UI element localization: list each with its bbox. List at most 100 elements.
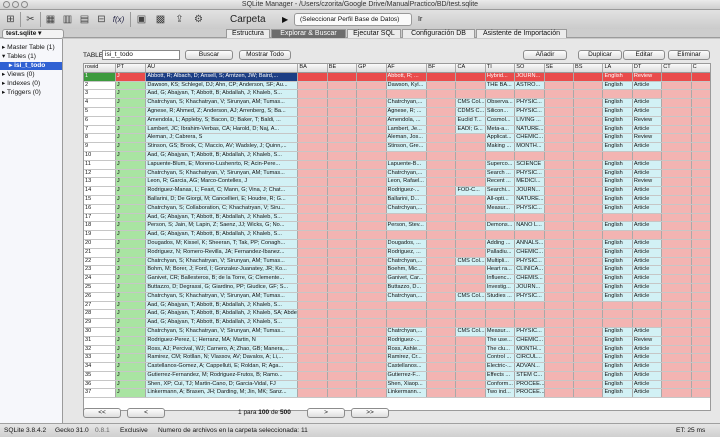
table-cell[interactable] <box>573 107 604 117</box>
table-cell[interactable] <box>573 274 604 284</box>
table-cell[interactable] <box>297 177 328 188</box>
table-cell[interactable] <box>573 133 604 144</box>
table-cell[interactable]: Gutierrez-F... <box>386 371 428 381</box>
table-cell[interactable] <box>691 380 710 390</box>
table-cell[interactable]: CHEMIC... <box>514 248 545 258</box>
table-cell[interactable] <box>297 309 328 320</box>
table-cell[interactable]: English <box>602 133 633 144</box>
table-cell[interactable] <box>514 230 545 240</box>
delete-button[interactable]: Eliminar <box>668 50 710 60</box>
table-row[interactable]: 30 J Chatrchyan, S; Khachatryan, V; Siruny… <box>84 327 710 337</box>
table-cell[interactable] <box>691 265 710 276</box>
table-cell[interactable]: 1 <box>84 72 116 82</box>
table-cell[interactable] <box>297 142 328 152</box>
table-cell[interactable]: 23 <box>84 265 116 276</box>
table-cell[interactable] <box>455 371 486 381</box>
table-cell[interactable] <box>327 336 358 346</box>
table-cell[interactable]: Review <box>632 177 663 188</box>
table-cell[interactable] <box>691 292 710 302</box>
table-cell[interactable]: Review <box>632 133 663 144</box>
table-cell[interactable]: English <box>602 274 633 284</box>
table-cell[interactable] <box>573 239 604 249</box>
table-cell[interactable] <box>356 362 387 372</box>
table-cell[interactable]: English <box>602 283 633 293</box>
table-cell[interactable]: Abbott, R; Albach, D; Ansell, S; Arntzen… <box>145 72 299 82</box>
table-cell[interactable]: Leon, Rafael... <box>386 177 428 188</box>
table-cell[interactable] <box>661 274 692 284</box>
table-cell[interactable]: English <box>602 388 633 399</box>
table-cell[interactable]: English <box>602 292 633 302</box>
table-cell[interactable] <box>327 292 358 302</box>
table-cell[interactable] <box>356 169 387 179</box>
table-cell[interactable] <box>514 89 545 100</box>
table-cell[interactable]: Article <box>632 169 663 179</box>
table-name-field[interactable]: isi_t_todo <box>102 50 180 60</box>
table-cell[interactable]: CMS Col... <box>455 327 486 337</box>
table-cell[interactable]: J <box>115 265 147 276</box>
table-cell[interactable] <box>426 230 457 240</box>
table-cell[interactable] <box>573 213 604 223</box>
table-cell[interactable]: Chatrchyan,... <box>386 327 428 337</box>
table-cell[interactable]: CMS Col... <box>455 292 486 302</box>
table-cell[interactable]: Bohm, M; Borer, J; Ford, I; Gonzalez-Jua… <box>145 265 299 276</box>
table-cell[interactable]: 32 <box>84 345 116 355</box>
table-cell[interactable]: ANNALS... <box>514 239 545 249</box>
table-cell[interactable] <box>691 186 710 196</box>
table-cell[interactable]: English <box>602 98 633 108</box>
table-cell[interactable] <box>691 142 710 152</box>
table-row[interactable]: 25 J Buttazzo, D; Degrassi, G; Giardino, P… <box>84 283 710 293</box>
table-cell[interactable]: Article <box>632 371 663 381</box>
minimize-window-icon[interactable] <box>12 1 19 8</box>
table-cell[interactable]: J <box>115 327 147 337</box>
table-cell[interactable]: Rodriguez-Manas, L; Feart, C; Mann, G; V… <box>145 186 299 196</box>
table-cell[interactable]: Electric-... <box>485 362 516 372</box>
table-cell[interactable] <box>356 151 387 161</box>
table-cell[interactable]: 12 <box>84 169 116 179</box>
table-cell[interactable]: Article <box>632 292 663 302</box>
table-cell[interactable] <box>691 309 710 320</box>
table-row[interactable]: 9 J Stinson, GS; Brook, C; Maccio, AV; Wad… <box>84 142 710 152</box>
table-cell[interactable] <box>691 248 710 258</box>
table-cell[interactable] <box>297 116 328 126</box>
table-cell[interactable] <box>455 336 486 346</box>
settings-icon[interactable]: ⚙ <box>191 12 206 27</box>
table-cell[interactable] <box>327 81 358 91</box>
table-cell[interactable] <box>544 186 575 196</box>
table-cell[interactable]: 8 <box>84 133 116 144</box>
table-cell[interactable]: J <box>115 239 147 249</box>
table-cell[interactable]: Gutierrez-Fernandez, M; Rodriguez-Frutos… <box>145 371 299 381</box>
table-cell[interactable] <box>661 169 692 179</box>
table-cell[interactable]: 3 <box>84 89 116 100</box>
table-cell[interactable]: Aad, G; Abajyan, T; Abbott, B; Abdallah,… <box>145 301 299 311</box>
table-cell[interactable] <box>356 221 387 232</box>
table-cell[interactable]: Dougados, ... <box>386 239 428 249</box>
table-cell[interactable] <box>485 213 516 223</box>
table-cell[interactable] <box>691 72 710 82</box>
table-cell[interactable] <box>356 195 387 205</box>
table-cell[interactable] <box>544 221 575 232</box>
table-cell[interactable]: NANO L... <box>514 221 545 232</box>
table-cell[interactable] <box>327 248 358 258</box>
table-cell[interactable]: Buttazzo, D... <box>386 283 428 293</box>
table-cell[interactable] <box>356 257 387 267</box>
table-cell[interactable]: Chatrchyan,... <box>386 204 428 214</box>
table-cell[interactable] <box>455 353 486 364</box>
table-cell[interactable]: J <box>115 186 147 196</box>
table-cell[interactable]: J <box>115 195 147 205</box>
tab-explorar-buscar[interactable]: Explorar & Buscar <box>271 29 346 38</box>
table-cell[interactable] <box>327 230 358 240</box>
table-cell[interactable]: Search ... <box>485 169 516 179</box>
table-cell[interactable]: Ross, AJ; Percival, WJ; Carnero, A; Zhao… <box>145 345 299 355</box>
table-cell[interactable] <box>661 336 692 346</box>
table-cell[interactable] <box>426 89 457 100</box>
table-cell[interactable]: Article <box>632 160 663 170</box>
table-row[interactable]: 21 J Rodriguez, N; Romero-Revilla, JA; Fer… <box>84 248 710 258</box>
function-icon[interactable]: f(x) <box>111 12 126 27</box>
table-cell[interactable]: PHYSIC... <box>514 169 545 179</box>
zoom-window-icon[interactable] <box>21 1 28 8</box>
table-cell[interactable] <box>455 133 486 144</box>
table-cell[interactable]: J <box>115 274 147 284</box>
table-cell[interactable] <box>297 380 328 390</box>
table-cell[interactable] <box>661 151 692 161</box>
table-cell[interactable] <box>356 309 387 320</box>
